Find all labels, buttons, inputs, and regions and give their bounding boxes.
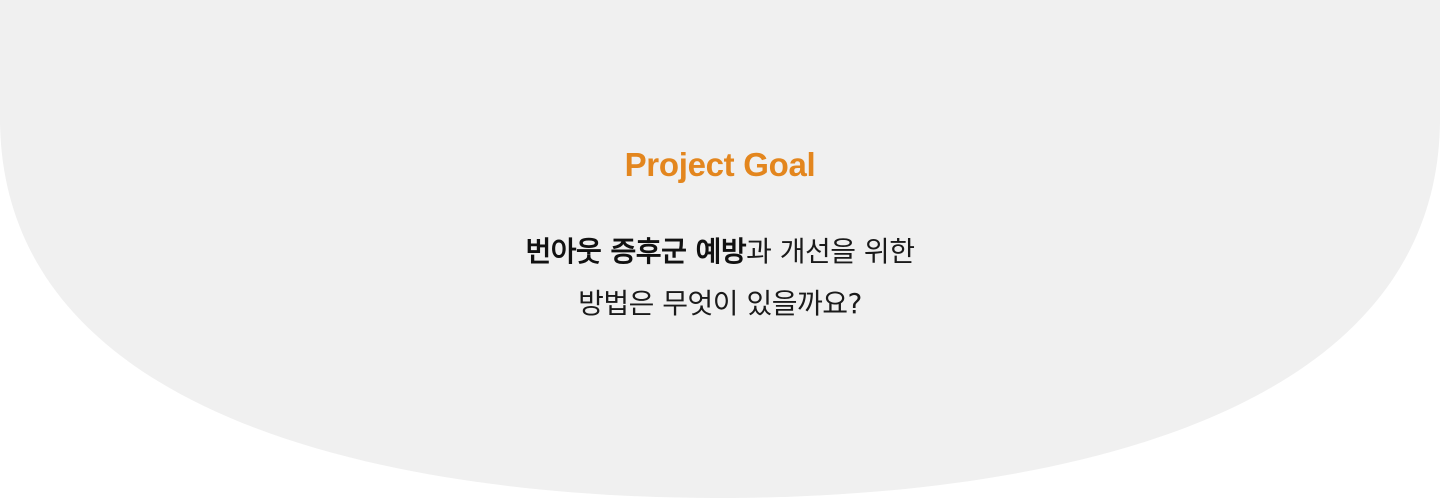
headline-line-1: 번아웃 증후군 예방과 개선을 위한 — [0, 226, 1440, 278]
goal-headline: 번아웃 증후군 예방과 개선을 위한 방법은 무엇이 있을까요? — [0, 226, 1440, 330]
headline-emphasis: 번아웃 증후군 예방 — [525, 235, 747, 268]
section-eyebrow: Project Goal — [624, 146, 816, 183]
project-goal-section: Project Goal 번아웃 증후군 예방과 개선을 위한 방법은 무엇이 … — [0, 0, 1440, 498]
headline-line-1-rest: 과 개선을 위한 — [746, 235, 915, 268]
goal-content: Project Goal 번아웃 증후군 예방과 개선을 위한 방법은 무엇이 … — [0, 0, 1440, 498]
headline-line-2: 방법은 무엇이 있을까요? — [578, 287, 862, 320]
